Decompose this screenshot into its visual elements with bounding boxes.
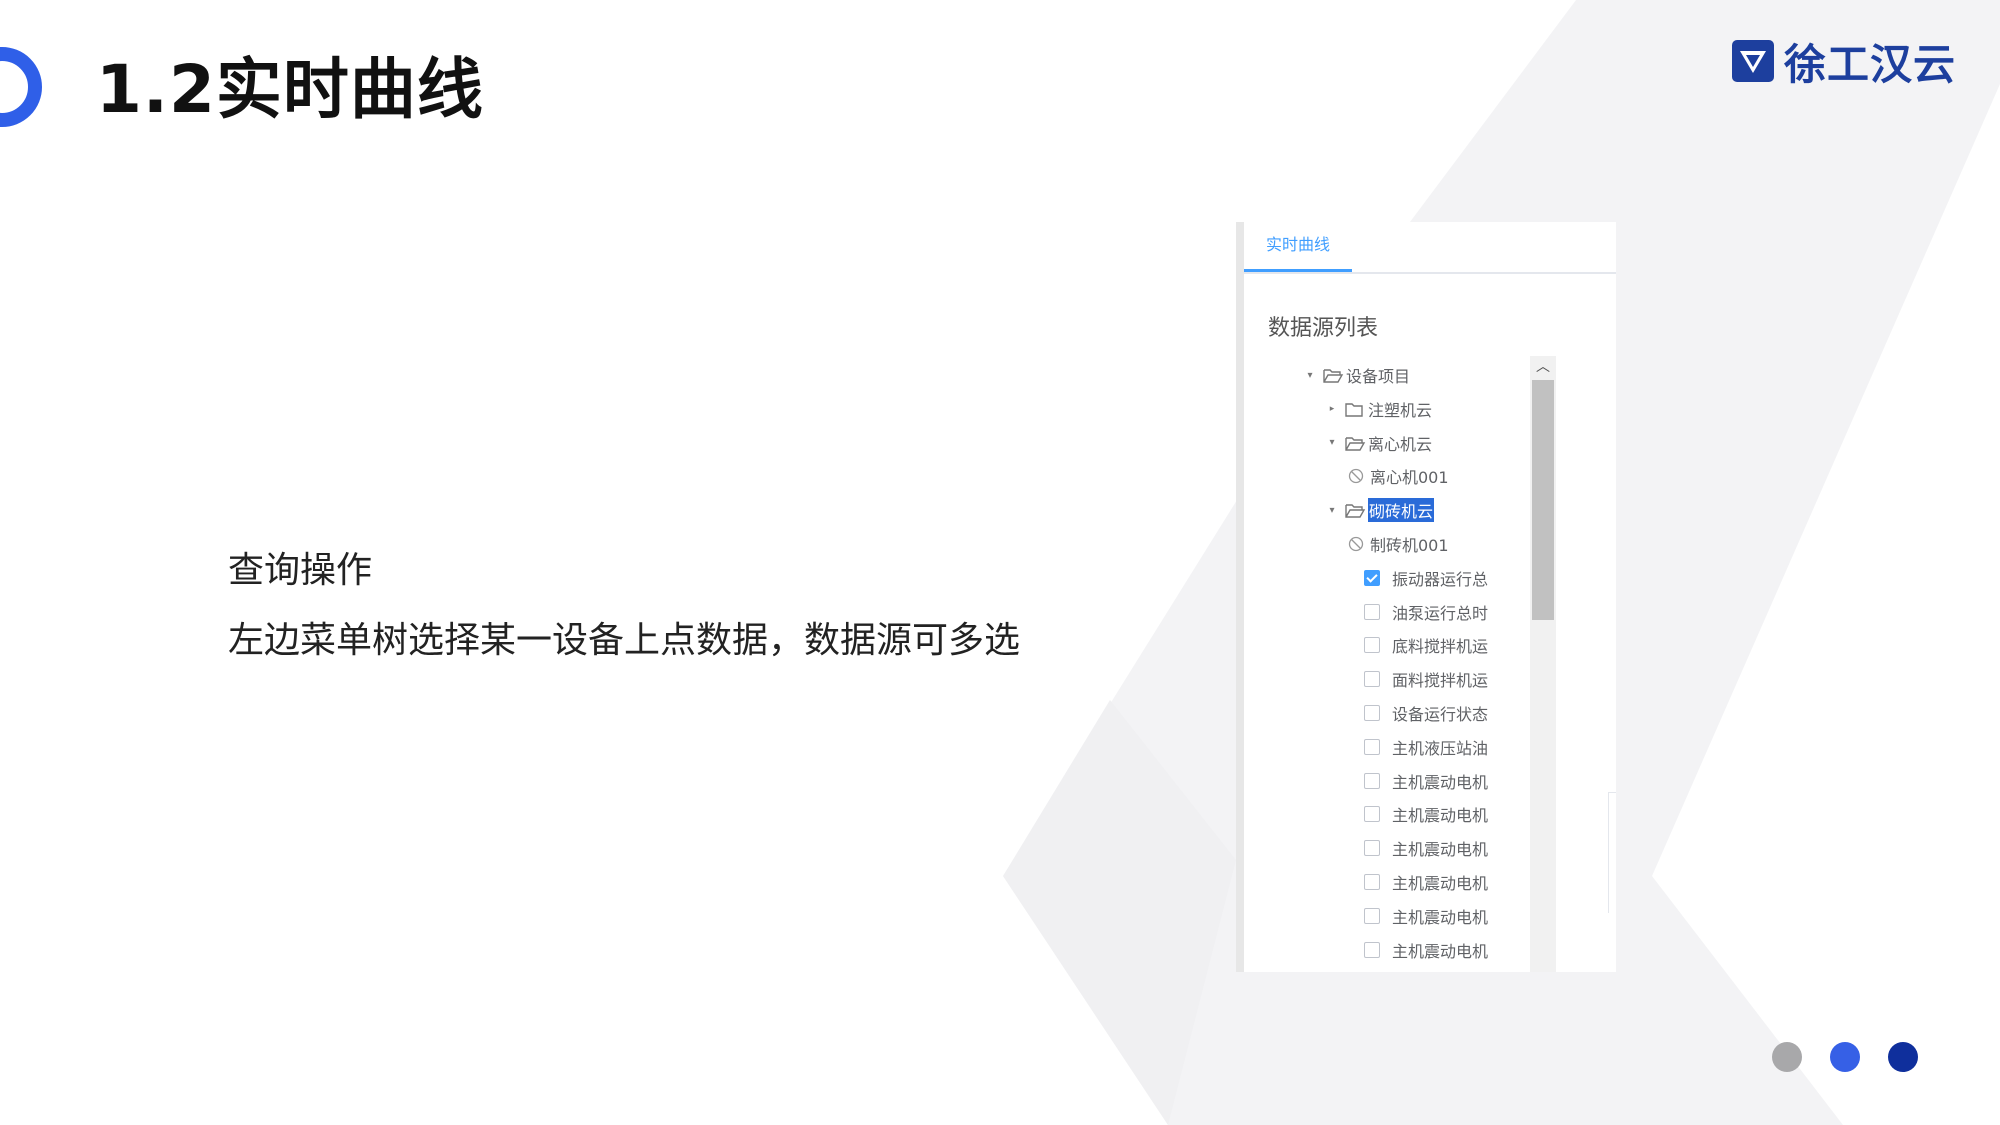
tree-item-folder[interactable]: ▸ 注塑机云 [1322, 392, 1432, 426]
tree-item-label: 振动器运行总 [1392, 569, 1489, 589]
tree-item-device[interactable]: 制砖机001 [1344, 527, 1449, 561]
disabled-icon [1344, 467, 1370, 485]
scroll-thumb[interactable] [1532, 380, 1554, 620]
decorative-dots [1772, 1042, 1946, 1072]
tree-item-label: 制砖机001 [1370, 536, 1449, 555]
company-logo: 徐工汉云 [1730, 36, 1956, 89]
tree-item-folder[interactable]: ▾ 设备项目 [1300, 358, 1410, 392]
tree-item-datapoint[interactable]: 主机震动电机 [1364, 933, 1488, 967]
dot-blue [1830, 1042, 1860, 1072]
tree-item-datapoint[interactable]: 面料搅拌机运 [1364, 662, 1488, 696]
checkbox[interactable] [1364, 840, 1380, 857]
tree-item-device[interactable]: 离心机001 [1344, 459, 1449, 493]
tree-item-folder[interactable]: ▾ 离心机云 [1322, 426, 1432, 460]
caret-right-icon[interactable]: ▸ [1322, 404, 1342, 414]
tree-item-label: 注塑机云 [1368, 400, 1433, 420]
checkbox[interactable] [1364, 772, 1380, 789]
checkbox[interactable] [1364, 671, 1380, 688]
tree-item-label: 面料搅拌机运 [1392, 671, 1489, 691]
tree-item-label: 设备运行状态 [1392, 705, 1489, 724]
tree-item-datapoint[interactable]: 主机震动电机 [1364, 831, 1488, 865]
tree-item-label: 主机震动电机 [1392, 806, 1489, 826]
datasource-panel-screenshot: 实时曲线 数据源列表 ⋮ ▾ 设备项目 ▸ 注塑机云 ▾ 离心机云离心机001 ▾ 砌砖机云制… [1236, 222, 1616, 972]
tree-item-label: 底料搅拌机运 [1392, 637, 1489, 657]
tree-item-label: 主机液压站油 [1392, 738, 1489, 758]
tree-item-datapoint[interactable]: 振动器运行总 [1364, 561, 1488, 595]
tree-scrollbar[interactable]: ︿ [1530, 356, 1556, 972]
scroll-up-arrow-icon[interactable]: ︿ [1530, 356, 1556, 378]
chart-area-edge [1608, 792, 1616, 913]
tab-bar: 实时曲线 [1244, 222, 1616, 274]
body-line-heading: 查询操作 [228, 550, 373, 591]
checkbox[interactable] [1364, 907, 1380, 924]
tree-item-label: 离心机001 [1370, 468, 1449, 488]
tree-item-label: 砌砖机云 [1368, 498, 1435, 523]
checkbox[interactable] [1364, 806, 1380, 823]
xcmg-shield-logo-icon [1732, 40, 1774, 82]
presentation-slide: 1.2实时曲线 徐工汉云 查询操作 左边菜单树选择某一设备上点数据，数据源可多选… [0, 0, 2000, 1125]
logo-text: 徐工汉云 [1784, 39, 1957, 89]
checkbox[interactable] [1364, 941, 1380, 958]
checkbox[interactable] [1364, 705, 1380, 721]
tree-item-label: 主机震动电机 [1392, 907, 1489, 927]
tree-item-label: 主机震动电机 [1392, 941, 1489, 961]
checkbox[interactable] [1364, 874, 1380, 890]
tab-realtime-curve[interactable]: 实时曲线 [1244, 222, 1352, 272]
tree-item-datapoint[interactable]: 设备运行状态 [1364, 696, 1488, 730]
folder-open-icon [1342, 434, 1368, 452]
slide-title: 1.2实时曲线 [96, 51, 484, 128]
tree-item-label: 主机震动电机 [1392, 874, 1489, 893]
disabled-icon [1344, 535, 1370, 553]
dot-gray [1772, 1042, 1802, 1072]
tree-item-datapoint[interactable]: 油泵运行总时 [1364, 595, 1488, 629]
title-accent-arc [0, 47, 42, 127]
tree-item-datapoint[interactable]: 主机震动电机 [1364, 797, 1488, 831]
resize-handle-icon[interactable]: ⋮ [1610, 322, 1616, 342]
folder-open-icon [1320, 366, 1346, 384]
caret-down-icon[interactable]: ▾ [1322, 505, 1342, 516]
folder-open-icon [1342, 501, 1368, 519]
tree-item-datapoint[interactable]: 主机液压站油 [1364, 730, 1488, 764]
folder-icon [1342, 400, 1368, 418]
checkbox[interactable] [1364, 637, 1380, 654]
tree-item-datapoint[interactable]: 主机震动电机 [1364, 865, 1488, 899]
tree-item-folder[interactable]: ▾ 砌砖机云 [1322, 493, 1435, 527]
datasource-tree: ▾ 设备项目 ▸ 注塑机云 ▾ 离心机云离心机001 ▾ 砌砖机云制砖机001 振动器运行总 油泵… [1244, 354, 1544, 972]
tree-item-datapoint[interactable]: 底料搅拌机运 [1364, 628, 1488, 662]
checkbox[interactable] [1364, 569, 1380, 586]
body-text: 查询操作 左边菜单树选择某一设备上点数据，数据源可多选 [228, 536, 1020, 676]
tree-item-label: 离心机云 [1368, 434, 1433, 454]
tree-item-label: 设备项目 [1346, 367, 1411, 386]
checkbox[interactable] [1364, 603, 1380, 620]
tree-item-label: 主机震动电机 [1392, 840, 1489, 860]
caret-down-icon[interactable]: ▾ [1300, 370, 1320, 381]
tree-item-datapoint[interactable]: 主机震动电机 [1364, 764, 1488, 798]
caret-down-icon[interactable]: ▾ [1322, 437, 1342, 448]
dot-navy [1888, 1042, 1918, 1072]
panel-left-edge [1236, 222, 1244, 972]
checkbox[interactable] [1364, 738, 1380, 755]
tree-item-label: 主机震动电机 [1392, 772, 1489, 792]
datasource-list-title: 数据源列表 [1268, 316, 1379, 341]
tree-item-datapoint[interactable]: 主机震动电机 [1364, 899, 1488, 933]
tree-item-label: 油泵运行总时 [1392, 603, 1489, 623]
body-line-description: 左边菜单树选择某一设备上点数据，数据源可多选 [228, 620, 1021, 661]
